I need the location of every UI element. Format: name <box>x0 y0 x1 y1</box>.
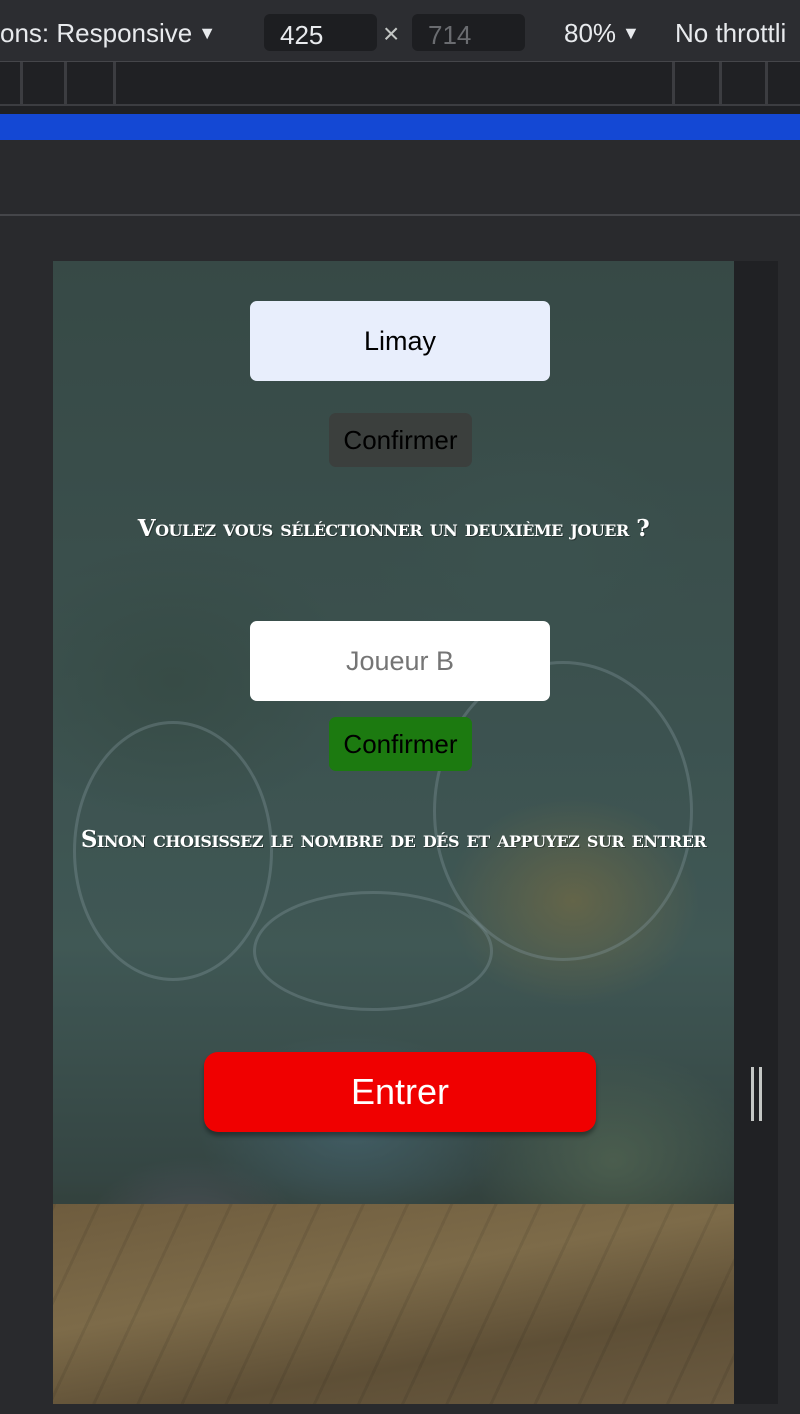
ruler-tick <box>672 62 675 104</box>
zoom-dropdown[interactable]: 80% ▼ <box>564 18 640 49</box>
resize-rail[interactable] <box>734 261 778 1404</box>
caret-down-icon: ▼ <box>198 23 217 43</box>
throttling-dropdown[interactable]: No throttli <box>675 18 786 49</box>
media-query-bar[interactable] <box>0 114 800 140</box>
caret-down-icon: ▼ <box>622 23 640 43</box>
player2-input[interactable] <box>250 621 550 701</box>
resize-handle-icon[interactable] <box>759 1067 762 1121</box>
background-ground <box>53 1204 734 1404</box>
device-frame: Confirmer Voulez vous séléctionner un de… <box>53 261 734 1404</box>
ruler-tick <box>765 62 768 104</box>
enter-button[interactable]: Entrer <box>204 1052 596 1132</box>
ruler-tick <box>719 62 722 104</box>
ruler-tick <box>20 62 23 104</box>
media-query-ruler <box>0 62 800 106</box>
dimensions-dropdown[interactable]: ons: Responsive ▼ <box>0 18 216 49</box>
ruler-tick <box>64 62 67 104</box>
zoom-label: 80% <box>564 18 617 48</box>
player1-input[interactable] <box>250 301 550 381</box>
dimensions-label: ons: Responsive <box>0 18 193 48</box>
ruler-spacer <box>0 140 800 216</box>
width-input[interactable]: 425 <box>264 14 377 51</box>
second-player-question: Voulez vous séléctionner un deuxième jou… <box>137 515 650 542</box>
confirm-player1-button[interactable]: Confirmer <box>329 413 472 467</box>
dice-instruction: Sinon choisissez le nombre de dés et app… <box>80 826 707 853</box>
resize-handle-icon[interactable] <box>751 1067 754 1121</box>
ruler-tick <box>113 62 116 104</box>
ruler-gap <box>0 106 800 114</box>
height-input[interactable]: 714 <box>412 14 525 51</box>
confirm-player2-button[interactable]: Confirmer <box>329 717 472 771</box>
times-sign: × <box>383 18 400 49</box>
devtools-device-toolbar: ons: Responsive ▼ 425 × 714 80% ▼ No throt… <box>0 0 800 62</box>
